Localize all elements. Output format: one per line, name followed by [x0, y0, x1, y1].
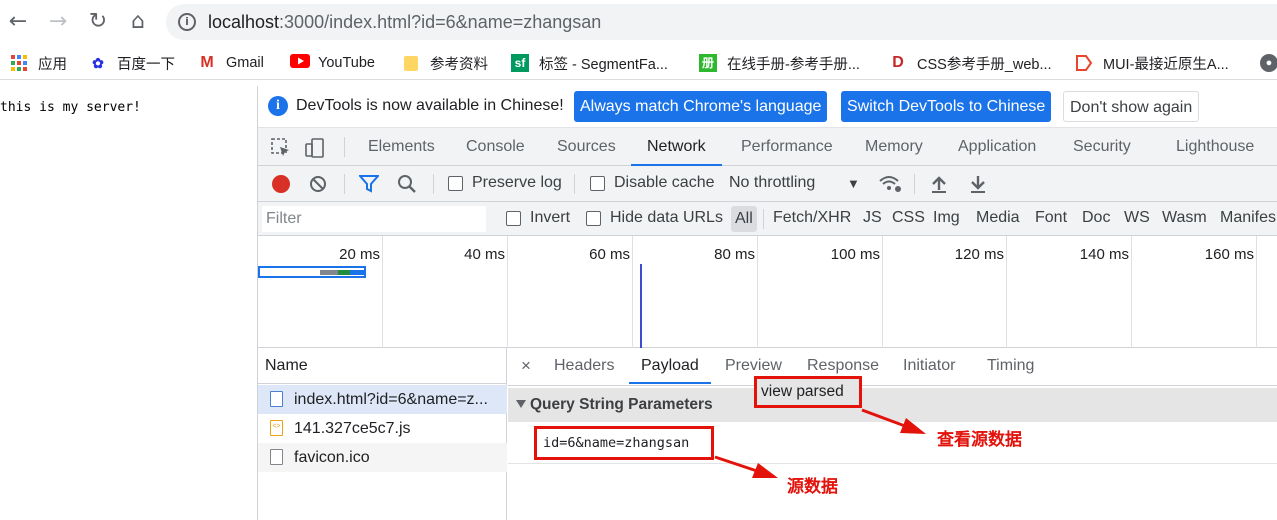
annotation-source: 源数据 [787, 477, 838, 497]
annotation-view-source: 查看源数据 [937, 430, 1022, 450]
annotation-arrows [714, 408, 926, 478]
arrow-to-raw-query [714, 455, 778, 478]
arrow-to-view-parsed [861, 408, 926, 434]
